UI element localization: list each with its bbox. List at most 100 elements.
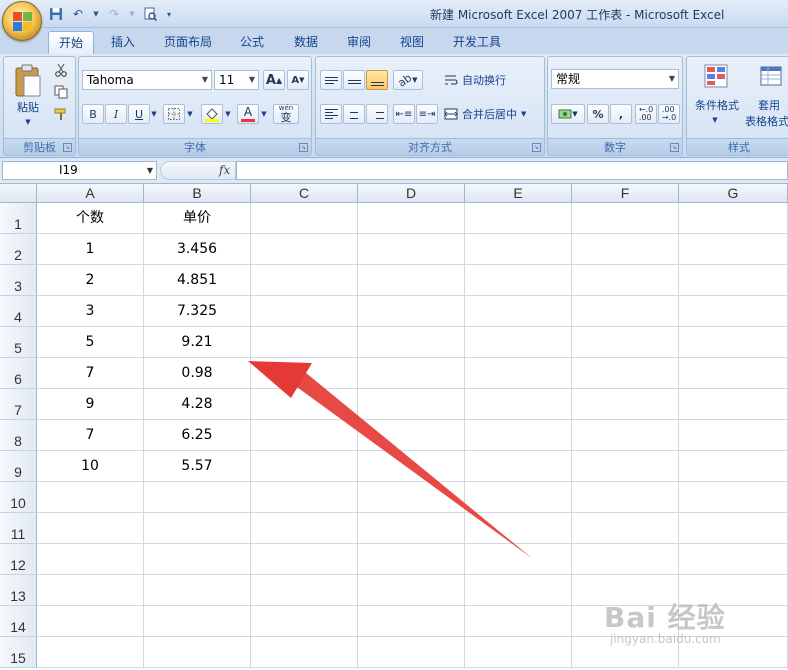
cell-A2[interactable]: 1 <box>37 234 144 265</box>
row-header[interactable]: 10 <box>0 482 37 513</box>
cell-B14[interactable] <box>144 606 251 637</box>
cell-A11[interactable] <box>37 513 144 544</box>
align-middle-button[interactable] <box>343 70 365 90</box>
cell-E11[interactable] <box>465 513 572 544</box>
cell-E7[interactable] <box>465 389 572 420</box>
cell-G11[interactable] <box>679 513 788 544</box>
table-format-button-line2[interactable]: 表格格式 <box>743 113 788 129</box>
cell-B1[interactable]: 单价 <box>144 203 251 234</box>
row-header[interactable]: 4 <box>0 296 37 327</box>
number-dialog-launcher-icon[interactable]: ↘ <box>670 143 679 152</box>
cell-C14[interactable] <box>251 606 358 637</box>
row-header[interactable]: 2 <box>0 234 37 265</box>
cell-G7[interactable] <box>679 389 788 420</box>
cell-F1[interactable] <box>572 203 679 234</box>
formula-input[interactable] <box>236 161 788 180</box>
row-header[interactable]: 8 <box>0 420 37 451</box>
name-box[interactable]: I19 ▼ <box>2 161 157 180</box>
cell-G15[interactable] <box>679 637 788 668</box>
cell-C11[interactable] <box>251 513 358 544</box>
conditional-format-dropdown-icon[interactable]: ▼ <box>709 115 721 125</box>
cell-G10[interactable] <box>679 482 788 513</box>
clipboard-dialog-launcher-icon[interactable]: ↘ <box>63 143 72 152</box>
copy-icon[interactable] <box>52 83 70 101</box>
row-header[interactable]: 1 <box>0 203 37 234</box>
cell-F3[interactable] <box>572 265 679 296</box>
cell-D3[interactable] <box>358 265 465 296</box>
cell-E2[interactable] <box>465 234 572 265</box>
row-header[interactable]: 15 <box>0 637 37 668</box>
save-icon[interactable] <box>48 6 64 22</box>
cell-G4[interactable] <box>679 296 788 327</box>
column-header[interactable]: C <box>251 184 358 203</box>
cell-D4[interactable] <box>358 296 465 327</box>
redo-icon[interactable]: ↷ <box>106 6 122 22</box>
cell-D10[interactable] <box>358 482 465 513</box>
redo-dropdown-icon[interactable]: ▼ <box>128 6 136 22</box>
cell-D8[interactable] <box>358 420 465 451</box>
insert-function-icon[interactable]: fx <box>219 162 230 179</box>
cell-B10[interactable] <box>144 482 251 513</box>
cut-icon[interactable] <box>52 61 70 79</box>
cell-E9[interactable] <box>465 451 572 482</box>
paste-button[interactable]: 粘贴 <box>6 99 50 115</box>
column-header[interactable]: E <box>465 184 572 203</box>
font-name-select[interactable]: Tahoma ▼ <box>82 70 212 90</box>
cell-E10[interactable] <box>465 482 572 513</box>
cell-A6[interactable]: 7 <box>37 358 144 389</box>
font-dialog-launcher-icon[interactable]: ↘ <box>299 143 308 152</box>
cell-B6[interactable]: 0.98 <box>144 358 251 389</box>
cell-D6[interactable] <box>358 358 465 389</box>
row-header[interactable]: 9 <box>0 451 37 482</box>
align-bottom-button[interactable] <box>366 70 388 90</box>
cell-D5[interactable] <box>358 327 465 358</box>
cell-F15[interactable] <box>572 637 679 668</box>
decrease-decimal-button[interactable]: .00 →.0 <box>658 104 680 124</box>
column-header[interactable]: B <box>144 184 251 203</box>
cell-C2[interactable] <box>251 234 358 265</box>
office-button[interactable] <box>2 1 42 41</box>
cell-F14[interactable] <box>572 606 679 637</box>
cell-F10[interactable] <box>572 482 679 513</box>
cell-A1[interactable]: 个数 <box>37 203 144 234</box>
orientation-button[interactable]: ab ▼ <box>393 70 423 90</box>
italic-button[interactable]: I <box>105 104 127 124</box>
underline-button[interactable]: U <box>128 104 150 124</box>
cell-C10[interactable] <box>251 482 358 513</box>
cell-C12[interactable] <box>251 544 358 575</box>
cell-F8[interactable] <box>572 420 679 451</box>
cell-C5[interactable] <box>251 327 358 358</box>
cell-A4[interactable]: 3 <box>37 296 144 327</box>
cell-D15[interactable] <box>358 637 465 668</box>
font-color-dropdown-icon[interactable]: ▼ <box>260 107 268 121</box>
cell-G12[interactable] <box>679 544 788 575</box>
cell-E13[interactable] <box>465 575 572 606</box>
cell-D13[interactable] <box>358 575 465 606</box>
tab-developer[interactable]: 开发工具 <box>443 31 511 54</box>
comma-style-button[interactable]: , <box>610 104 632 124</box>
cell-E6[interactable] <box>465 358 572 389</box>
cell-D11[interactable] <box>358 513 465 544</box>
increase-indent-button[interactable]: ≡⇥ <box>416 104 438 124</box>
undo-dropdown-icon[interactable]: ▼ <box>92 6 100 22</box>
cell-A12[interactable] <box>37 544 144 575</box>
cell-F12[interactable] <box>572 544 679 575</box>
cell-E14[interactable] <box>465 606 572 637</box>
cell-B12[interactable] <box>144 544 251 575</box>
cell-G14[interactable] <box>679 606 788 637</box>
cell-F5[interactable] <box>572 327 679 358</box>
align-center-button[interactable] <box>343 104 365 124</box>
cell-F2[interactable] <box>572 234 679 265</box>
cell-F11[interactable] <box>572 513 679 544</box>
cell-B15[interactable] <box>144 637 251 668</box>
cell-E4[interactable] <box>465 296 572 327</box>
cell-B3[interactable]: 4.851 <box>144 265 251 296</box>
tab-review[interactable]: 审阅 <box>337 31 381 54</box>
wrap-text-button[interactable]: 自动换行 <box>444 70 536 90</box>
customize-qat-icon[interactable]: ▾ <box>164 6 174 22</box>
accounting-format-button[interactable]: ▼ <box>551 104 585 124</box>
paste-icon[interactable] <box>8 61 48 101</box>
borders-button[interactable] <box>163 104 185 124</box>
cell-G9[interactable] <box>679 451 788 482</box>
cell-B8[interactable]: 6.25 <box>144 420 251 451</box>
